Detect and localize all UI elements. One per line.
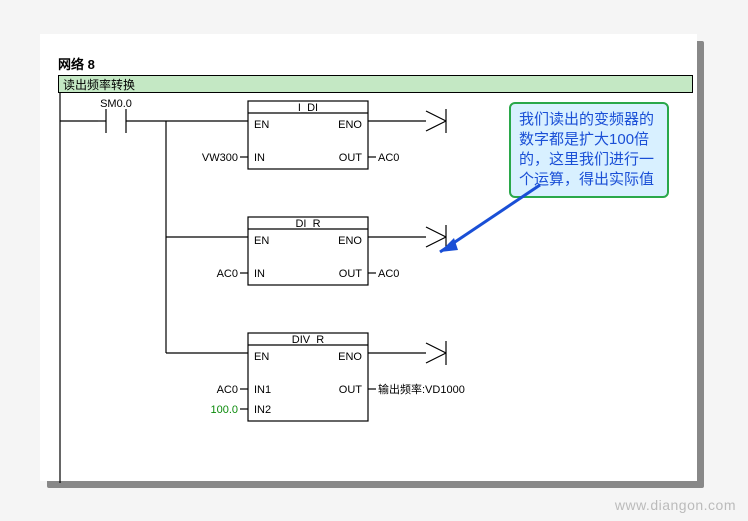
svg-text:OUT: OUT bbox=[339, 268, 363, 280]
svg-text:AC0: AC0 bbox=[378, 268, 399, 280]
svg-text:EN: EN bbox=[254, 119, 269, 131]
svg-text:ENO: ENO bbox=[338, 235, 362, 247]
block-di-r: DI_R EN ENO IN OUT AC0 AC0 bbox=[166, 217, 446, 285]
callout-line2c: 倍 bbox=[634, 131, 649, 148]
svg-text:IN1: IN1 bbox=[254, 384, 271, 396]
callout-line3: 的，这里我们进行一 bbox=[519, 151, 654, 168]
not-terminator-2 bbox=[426, 225, 446, 249]
network-label: 网络 8 bbox=[58, 52, 693, 75]
svg-text:AC0: AC0 bbox=[217, 384, 238, 396]
not-terminator-1 bbox=[426, 109, 446, 133]
watermark: www.diangon.com bbox=[615, 497, 736, 513]
annotation-callout: 我们读出的变频器的 数字都是扩大100倍 的，这里我们进行一 个运算，得出实际值 bbox=[509, 102, 669, 198]
svg-text:DIV_R: DIV_R bbox=[292, 334, 324, 346]
svg-text:AC0: AC0 bbox=[378, 152, 399, 164]
svg-text:EN: EN bbox=[254, 235, 269, 247]
svg-text:输出频率:VD1000: 输出频率:VD1000 bbox=[378, 382, 465, 396]
network-comment: 读出频率转换 bbox=[58, 75, 693, 93]
callout-line1: 我们读出的变频器的 bbox=[519, 111, 654, 128]
block-i-di: I_DI EN ENO IN OUT VW300 AC0 bbox=[166, 101, 446, 169]
svg-text:AC0: AC0 bbox=[217, 268, 238, 280]
svg-text:DI_R: DI_R bbox=[295, 218, 320, 230]
svg-text:I_DI: I_DI bbox=[298, 102, 318, 114]
svg-text:100.0: 100.0 bbox=[210, 404, 238, 416]
not-terminator-3 bbox=[426, 341, 446, 365]
svg-text:EN: EN bbox=[254, 351, 269, 363]
svg-text:OUT: OUT bbox=[339, 152, 363, 164]
callout-line2a: 数字都是扩大 bbox=[519, 131, 609, 148]
svg-text:IN: IN bbox=[254, 268, 265, 280]
svg-text:OUT: OUT bbox=[339, 384, 363, 396]
svg-text:VW300: VW300 bbox=[202, 152, 238, 164]
svg-text:SM0.0: SM0.0 bbox=[100, 98, 132, 110]
callout-line2b: 100 bbox=[609, 131, 634, 148]
svg-text:ENO: ENO bbox=[338, 351, 362, 363]
svg-text:IN2: IN2 bbox=[254, 404, 271, 416]
callout-line4: 个运算，得出实际值 bbox=[519, 171, 654, 188]
block-div-r: DIV_R EN ENO IN1 IN2 OUT AC0 100.0 输出频率:… bbox=[166, 333, 465, 421]
svg-text:ENO: ENO bbox=[338, 119, 362, 131]
svg-text:IN: IN bbox=[254, 152, 265, 164]
contact-sm0-0: SM0.0 bbox=[98, 98, 166, 133]
